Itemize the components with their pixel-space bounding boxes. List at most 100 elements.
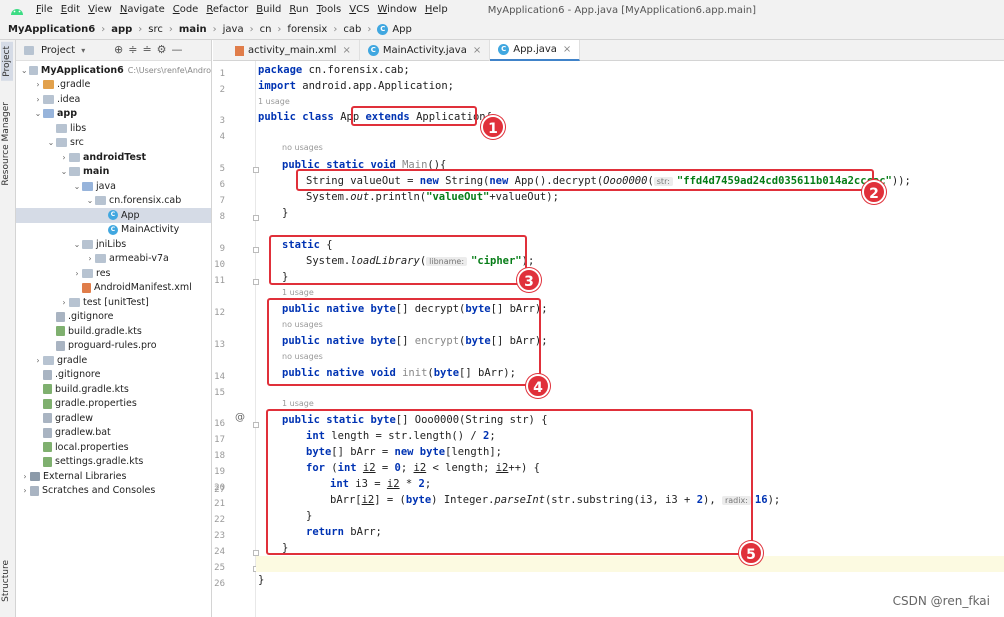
line-number: 2 xyxy=(219,85,225,95)
breadcrumb-item[interactable]: src xyxy=(148,24,163,35)
menu-view[interactable]: View xyxy=(84,0,116,20)
project-view-selector[interactable]: Project xyxy=(41,45,75,56)
close-icon[interactable]: × xyxy=(473,45,481,56)
tree-item-label: src xyxy=(70,137,84,149)
breadcrumb-item[interactable]: java xyxy=(223,24,244,35)
chevron-right-icon[interactable]: › xyxy=(33,356,43,365)
menu-window[interactable]: Window xyxy=(373,0,420,20)
tree-item[interactable]: .gitignore xyxy=(16,310,211,325)
tree-item[interactable]: proguard-rules.pro xyxy=(16,339,211,354)
text-file-icon xyxy=(43,427,52,438)
tree-item[interactable]: .gitignore xyxy=(16,368,211,383)
tree-item[interactable]: ⌄ main xyxy=(16,165,211,180)
close-icon[interactable]: × xyxy=(342,45,350,56)
tree-item[interactable]: ⌄ src xyxy=(16,136,211,151)
chevron-down-icon[interactable]: ⌄ xyxy=(46,138,56,147)
tree-item[interactable]: libs xyxy=(16,121,211,136)
folder-icon xyxy=(69,297,80,307)
structure-tool-tab[interactable]: Structure xyxy=(1,560,11,602)
menu-run[interactable]: Run xyxy=(285,0,312,20)
chevron-right-icon[interactable]: › xyxy=(85,254,95,263)
line-number: 21 xyxy=(214,499,225,509)
chevron-down-icon[interactable]: ⌄ xyxy=(85,196,95,205)
tree-item-label: External Libraries xyxy=(43,470,127,482)
menu-build[interactable]: Build xyxy=(252,0,285,20)
tree-item[interactable]: › .idea xyxy=(16,92,211,107)
tree-item[interactable]: AndroidManifest.xml xyxy=(16,281,211,296)
line-number: 9 xyxy=(219,244,225,254)
chevron-down-icon[interactable]: ▾ xyxy=(81,46,85,55)
project-tool-tab[interactable]: Project xyxy=(1,42,13,81)
chevron-right-icon[interactable]: › xyxy=(59,153,69,162)
menu-edit[interactable]: Edit xyxy=(57,0,84,20)
breadcrumb-item[interactable]: cab xyxy=(343,24,361,35)
editor-tab[interactable]: C App.java × xyxy=(490,40,581,61)
tree-item[interactable]: build.gradle.kts xyxy=(16,382,211,397)
chevron-down-icon[interactable]: ⌄ xyxy=(59,167,69,176)
tree-item[interactable]: C App xyxy=(16,208,211,223)
tree-item[interactable]: local.properties xyxy=(16,440,211,455)
usage-hint[interactable]: no usages xyxy=(282,140,323,156)
tree-item[interactable]: gradle.properties xyxy=(16,397,211,412)
code-token: } xyxy=(282,207,289,219)
folder-icon xyxy=(56,138,67,148)
collapse-all-icon[interactable]: ≐ xyxy=(142,43,151,56)
menu-vcs[interactable]: VCS xyxy=(345,0,373,20)
expand-all-icon[interactable]: ≑ xyxy=(128,43,137,56)
chevron-right-icon[interactable]: › xyxy=(59,298,69,307)
resource-manager-tool-tab[interactable]: Resource Manager xyxy=(1,102,11,186)
tree-item[interactable]: build.gradle.kts xyxy=(16,324,211,339)
tree-item[interactable]: › armeabi-v7a xyxy=(16,252,211,267)
locate-icon[interactable]: ⊕ xyxy=(114,43,123,56)
breadcrumb-item[interactable]: App xyxy=(392,24,412,35)
tree-item[interactable]: › Scratches and Consoles xyxy=(16,484,211,499)
breadcrumb-item[interactable]: forensix xyxy=(287,24,327,35)
chevron-down-icon[interactable]: ⌄ xyxy=(72,182,82,191)
chevron-right-icon[interactable]: › xyxy=(33,80,43,89)
tree-item[interactable]: ⌄ jniLibs xyxy=(16,237,211,252)
tree-item[interactable]: ⌄ cn.forensix.cab xyxy=(16,194,211,209)
breadcrumb-item[interactable]: MyApplication6 xyxy=(8,24,95,35)
tree-item[interactable]: C MainActivity xyxy=(16,223,211,238)
menu-help[interactable]: Help xyxy=(421,0,452,20)
breadcrumb-item[interactable]: main xyxy=(179,24,207,35)
tree-item[interactable]: ⌄ MyApplication6 C:\Users\renfe\Andro xyxy=(16,63,211,78)
chevron-down-icon[interactable]: ⌄ xyxy=(20,66,29,75)
chevron-right-icon[interactable]: › xyxy=(20,486,30,495)
chevron-down-icon[interactable]: ⌄ xyxy=(72,240,82,249)
tree-item[interactable]: ⌄ app xyxy=(16,107,211,122)
folder-icon xyxy=(82,268,93,278)
editor-tab[interactable]: activity_main.xml × xyxy=(227,40,360,61)
tree-item-label: androidTest xyxy=(83,151,147,163)
chevron-right-icon[interactable]: › xyxy=(72,269,82,278)
tree-item-label: proguard-rules.pro xyxy=(68,340,157,352)
tree-item[interactable]: settings.gradle.kts xyxy=(16,455,211,470)
close-icon[interactable]: × xyxy=(563,44,571,55)
tree-item[interactable]: › test [unitTest] xyxy=(16,295,211,310)
menu-tools[interactable]: Tools xyxy=(313,0,346,20)
tree-item[interactable]: › .gradle xyxy=(16,78,211,93)
editor-tab[interactable]: C MainActivity.java × xyxy=(360,40,491,61)
tree-item[interactable]: › gradle xyxy=(16,353,211,368)
tree-item[interactable]: › External Libraries xyxy=(16,469,211,484)
tree-item[interactable]: gradlew xyxy=(16,411,211,426)
usage-hint[interactable]: 1 usage xyxy=(258,94,290,110)
menu-file[interactable]: File xyxy=(32,0,57,20)
menu-code[interactable]: Code xyxy=(169,0,203,20)
gear-icon[interactable]: ⚙ xyxy=(157,43,167,56)
menu-refactor[interactable]: Refactor xyxy=(202,0,252,20)
override-marker-icon[interactable]: @ xyxy=(235,412,245,423)
chevron-right-icon[interactable]: › xyxy=(20,472,30,481)
breadcrumb-item[interactable]: app xyxy=(111,24,132,35)
tree-item[interactable]: ⌄ java xyxy=(16,179,211,194)
tree-item[interactable]: gradlew.bat xyxy=(16,426,211,441)
chevron-right-icon[interactable]: › xyxy=(33,95,43,104)
breadcrumb-item[interactable]: cn xyxy=(260,24,272,35)
tree-item[interactable]: › androidTest xyxy=(16,150,211,165)
tree-item[interactable]: › res xyxy=(16,266,211,281)
chevron-down-icon[interactable]: ⌄ xyxy=(33,109,43,118)
menu-navigate[interactable]: Navigate xyxy=(116,0,169,20)
tab-label: MainActivity.java xyxy=(382,45,467,56)
hide-icon[interactable]: — xyxy=(172,43,183,56)
tree-item-label: local.properties xyxy=(55,441,129,453)
